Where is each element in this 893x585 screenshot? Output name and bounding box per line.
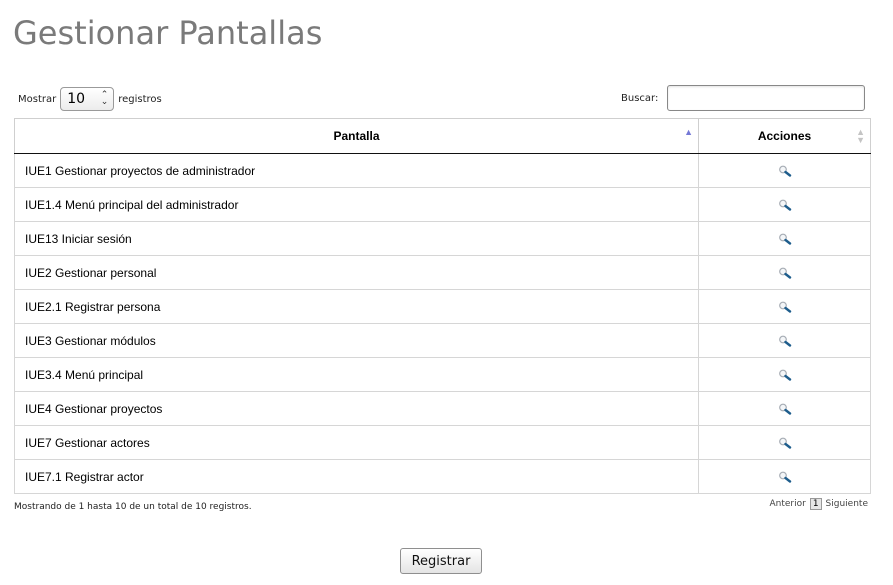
view-action-cell [698,153,871,188]
table-row: IUE7.1 Registrar actor [14,459,871,494]
table-row: IUE2 Gestionar personal [14,255,871,290]
register-button[interactable]: Registrar [400,548,482,574]
magnifier-icon[interactable] [778,165,792,178]
magnifier-icon[interactable] [778,471,792,484]
select-arrows-icon: ⌃ ⌄ [100,90,109,107]
column-header-pantalla[interactable]: Pantalla ▲ [14,118,699,154]
view-action-cell [698,187,871,222]
magnifier-icon[interactable] [778,403,792,416]
column-header-label: Pantalla [333,129,380,143]
search-control: Buscar: [621,85,866,111]
pagination-current-page[interactable]: 1 [809,498,822,510]
pagination-next-link[interactable]: Siguiente [826,499,868,509]
sort-both-icon: ▲ ▼ [856,127,865,145]
length-suffix-label: registros [118,93,162,105]
table-row: IUE1.4 Menú principal del administrador [14,187,871,222]
magnifier-icon[interactable] [778,335,792,348]
search-label: Buscar: [621,92,659,104]
magnifier-icon[interactable] [778,233,792,246]
screen-name-cell: IUE1 Gestionar proyectos de administrado… [14,153,699,188]
magnifier-icon[interactable] [778,199,792,212]
table-row: IUE3 Gestionar módulos [14,323,871,358]
table-row: IUE7 Gestionar actores [14,425,871,460]
screen-name-cell: IUE2 Gestionar personal [14,255,699,290]
search-input[interactable] [667,85,866,111]
screen-name-cell: IUE2.1 Registrar persona [14,289,699,324]
pagination: Anterior 1 Siguiente [769,498,868,510]
table-row: IUE4 Gestionar proyectos [14,391,871,426]
screen-name-cell: IUE4 Gestionar proyectos [14,391,699,426]
screen-name-cell: IUE13 Iniciar sesión [14,221,699,256]
table-info-text: Mostrando de 1 hasta 10 de un total de 1… [14,502,252,512]
screen-name-cell: IUE7 Gestionar actores [14,425,699,460]
column-header-acciones[interactable]: Acciones ▲ ▼ [698,118,871,154]
view-action-cell [698,289,871,324]
magnifier-icon[interactable] [778,437,792,450]
column-header-label: Acciones [757,129,812,143]
screen-name-cell: IUE3.4 Menú principal [14,357,699,392]
view-action-cell [698,425,871,460]
page-title: Gestionar Pantallas [13,14,323,52]
sort-ascending-icon: ▲ [684,127,693,137]
view-action-cell [698,459,871,494]
table-header-row: Pantalla ▲ Acciones ▲ ▼ [14,118,871,154]
table-row: IUE2.1 Registrar persona [14,289,871,324]
table-row: IUE13 Iniciar sesión [14,221,871,256]
screen-name-cell: IUE1.4 Menú principal del administrador [14,187,699,222]
length-prefix-label: Mostrar [18,93,57,105]
view-action-cell [698,255,871,290]
view-action-cell [698,323,871,358]
view-action-cell [698,357,871,392]
page-length-value: 10 [67,91,86,107]
screen-name-cell: IUE7.1 Registrar actor [14,459,699,494]
view-action-cell [698,221,871,256]
page-length-control: Mostrar 10 ⌃ ⌄ registros [18,86,162,112]
page-length-select[interactable]: 10 ⌃ ⌄ [60,87,115,111]
screens-table: Pantalla ▲ Acciones ▲ ▼ IUE1 Gestionar pr… [14,118,871,494]
magnifier-icon[interactable] [778,369,792,382]
magnifier-icon[interactable] [778,267,792,280]
table-row: IUE1 Gestionar proyectos de administrado… [14,153,871,188]
screen-name-cell: IUE3 Gestionar módulos [14,323,699,358]
pagination-previous-link[interactable]: Anterior [769,499,805,509]
magnifier-icon[interactable] [778,301,792,314]
table-row: IUE3.4 Menú principal [14,357,871,392]
view-action-cell [698,391,871,426]
